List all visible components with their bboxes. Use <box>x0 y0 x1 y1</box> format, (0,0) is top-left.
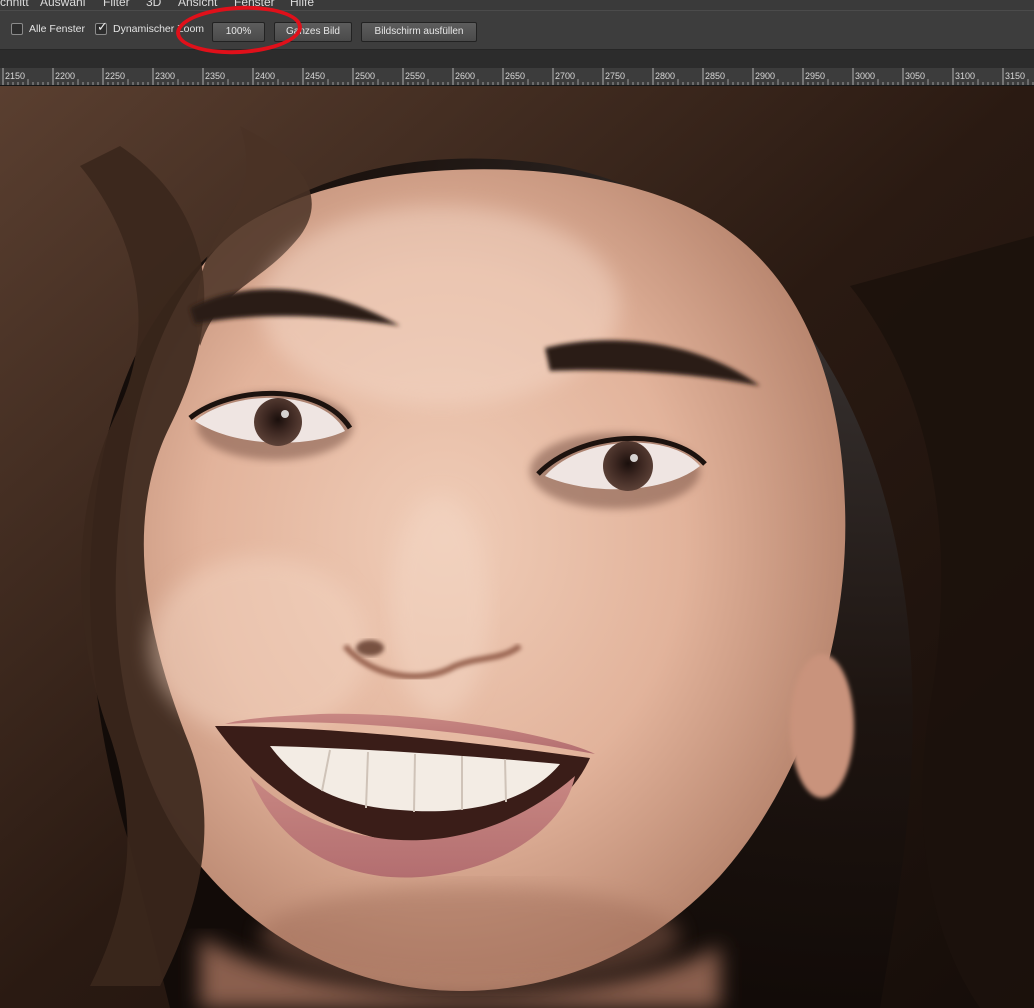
chin-shadow <box>260 886 680 986</box>
menu-item-help[interactable]: Hilfe <box>290 0 314 9</box>
ruler-label: 2150 <box>5 71 25 81</box>
ruler-label: 2250 <box>105 71 125 81</box>
checkmark-icon: ✓ <box>97 19 108 34</box>
all-windows-checkbox[interactable] <box>11 23 23 35</box>
dynamic-zoom-option[interactable]: ✓ Dynamischer Zoom <box>95 19 205 35</box>
menu-item-3d[interactable]: 3D <box>146 0 161 9</box>
ruler-label: 2550 <box>405 71 425 81</box>
ruler-label: 2650 <box>505 71 525 81</box>
fill-screen-button[interactable]: Bildschirm ausfüllen <box>361 22 477 42</box>
menu-item-window[interactable]: Fenster <box>234 0 275 9</box>
image-canvas[interactable] <box>0 86 1034 1008</box>
ruler-label: 2750 <box>605 71 625 81</box>
document-tab-strip <box>0 50 1034 68</box>
menu-item-select[interactable]: Auswahl <box>40 0 85 9</box>
ruler-label: 3050 <box>905 71 925 81</box>
fit-screen-button[interactable]: Ganzes Bild <box>274 22 352 42</box>
menu-item-edit[interactable]: chnitt <box>0 0 29 9</box>
ruler-label: 3150 <box>1005 71 1025 81</box>
ruler-label: 2700 <box>555 71 575 81</box>
photoshop-window: chnitt Auswahl Filter 3D Ansicht Fenster… <box>0 0 1034 1008</box>
ruler-label: 3000 <box>855 71 875 81</box>
ruler-scale: 2150 2200 2250 2300 2350 2400 2450 2500 2550 2600… <box>2 68 1034 85</box>
portrait-photo <box>0 86 1034 1008</box>
zoom-options-bar: Alle Fenster ✓ Dynamischer Zoom 100% Gan… <box>0 10 1034 50</box>
ruler-label: 2850 <box>705 71 725 81</box>
ruler-label: 2900 <box>755 71 775 81</box>
ruler-label: 2950 <box>805 71 825 81</box>
cheek-highlight-left <box>150 556 370 736</box>
nostril-left <box>356 640 384 656</box>
menu-item-view[interactable]: Ansicht <box>178 0 217 9</box>
all-windows-label: Alle Fenster <box>29 23 86 35</box>
ruler-label: 2800 <box>655 71 675 81</box>
horizontal-ruler[interactable]: 2150 2200 2250 2300 2350 2400 2450 2500 2550 2600… <box>0 68 1034 86</box>
ruler-label: 2200 <box>55 71 75 81</box>
ruler-label: 2400 <box>255 71 275 81</box>
nose-highlight <box>390 496 490 716</box>
ruler-label: 2300 <box>155 71 175 81</box>
zoom-100-button[interactable]: 100% <box>212 22 265 42</box>
menu-bar: chnitt Auswahl Filter 3D Ansicht Fenster… <box>0 0 1034 10</box>
all-windows-option[interactable]: Alle Fenster <box>11 23 85 35</box>
ruler-label: 3100 <box>955 71 975 81</box>
ruler-label: 2450 <box>305 71 325 81</box>
dynamic-zoom-label: Dynamischer Zoom <box>113 23 205 35</box>
ruler-label: 2350 <box>205 71 225 81</box>
ruler-label: 2600 <box>455 71 475 81</box>
dynamic-zoom-checkbox[interactable]: ✓ <box>95 19 108 35</box>
menu-item-filter[interactable]: Filter <box>103 0 130 9</box>
ear <box>790 654 854 798</box>
ruler-label: 2500 <box>355 71 375 81</box>
